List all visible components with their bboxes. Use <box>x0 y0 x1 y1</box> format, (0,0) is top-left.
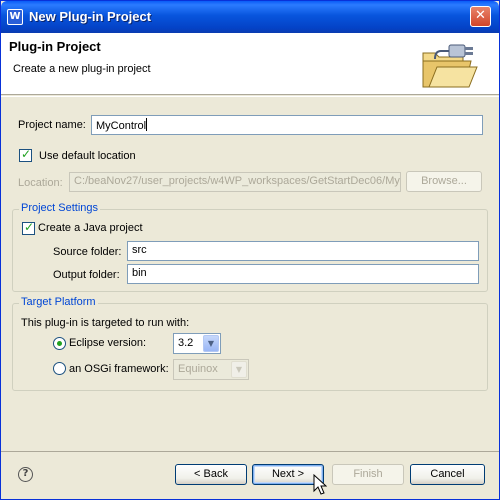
page-title: Plug-in Project <box>9 39 101 54</box>
osgi-framework-label[interactable]: an OSGi framework: <box>69 363 169 375</box>
create-java-project-label[interactable]: Create a Java project <box>38 222 143 234</box>
banner-separator <box>1 96 499 97</box>
source-folder-input[interactable]: src <box>127 241 479 261</box>
osgi-framework-value: Equinox <box>178 363 218 375</box>
page-description: Create a new plug-in project <box>13 63 151 75</box>
project-name-value: MyControl <box>96 120 147 132</box>
wizard-banner: Plug-in Project Create a new plug-in pro… <box>1 33 499 95</box>
osgi-framework-select[interactable]: Equinox ▼ <box>173 359 249 380</box>
osgi-framework-radio[interactable] <box>53 362 66 375</box>
cancel-button[interactable]: Cancel <box>410 464 485 485</box>
project-settings-title: Project Settings <box>19 202 101 214</box>
create-java-project-checkbox[interactable]: ✓ <box>22 220 35 235</box>
location-label: Location: <box>18 177 63 189</box>
location-input[interactable]: C:/beaNov27/user_projects/w4WP_workspace… <box>69 172 401 192</box>
chevron-down-icon[interactable]: ▼ <box>231 361 247 378</box>
back-button[interactable]: < Back <box>175 464 247 485</box>
close-button[interactable]: ✕ <box>470 6 491 27</box>
mouse-pointer-icon <box>313 474 327 495</box>
chevron-down-icon[interactable]: ▼ <box>203 335 219 352</box>
window-title: New Plug-in Project <box>29 9 152 24</box>
eclipse-w-icon: W <box>7 9 23 25</box>
output-folder-label: Output folder: <box>53 269 120 281</box>
checkmark-icon: ✓ <box>24 220 35 234</box>
folder-plug-icon <box>422 44 478 88</box>
browse-button[interactable]: Browse... <box>406 171 482 192</box>
eclipse-version-value: 3.2 <box>178 337 194 349</box>
target-platform-title: Target Platform <box>19 296 98 308</box>
eclipse-version-radio[interactable] <box>53 337 66 350</box>
checkmark-icon: ✓ <box>21 147 32 161</box>
use-default-location-label[interactable]: Use default location <box>39 150 136 162</box>
help-icon[interactable]: ? <box>18 467 33 482</box>
target-platform-intro: This plug-in is targeted to run with: <box>21 317 190 329</box>
footer-separator <box>1 451 499 452</box>
finish-button[interactable]: Finish <box>332 464 404 485</box>
use-default-location-checkbox[interactable]: ✓ <box>19 147 32 162</box>
project-name-label: Project name: <box>18 119 86 131</box>
dialog-window: W New Plug-in Project ✕ Plug-in Project … <box>0 0 500 500</box>
output-folder-input[interactable]: bin <box>127 264 479 284</box>
eclipse-version-select[interactable]: 3.2 ▼ <box>173 333 221 354</box>
source-folder-label: Source folder: <box>53 246 122 258</box>
title-bar[interactable]: W New Plug-in Project ✕ <box>1 1 499 33</box>
eclipse-version-label[interactable]: Eclipse version: <box>69 337 146 349</box>
project-name-input[interactable]: MyControl <box>91 115 483 135</box>
text-caret <box>146 118 148 131</box>
